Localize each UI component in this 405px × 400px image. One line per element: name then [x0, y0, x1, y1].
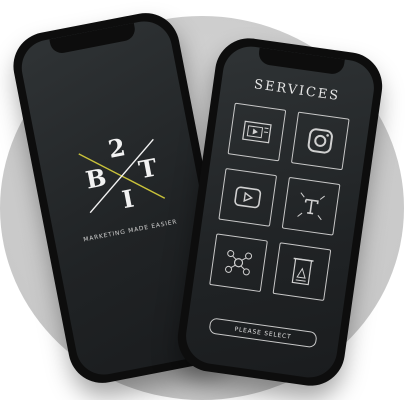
please-select-button[interactable]: PLEASE SELECT	[208, 317, 318, 349]
service-tile-instagram[interactable]	[290, 111, 350, 171]
brand-logo: 2 B T I	[72, 125, 170, 223]
service-tile-video-edit[interactable]	[227, 102, 287, 162]
video-edit-icon	[242, 120, 272, 144]
service-tile-typography[interactable]	[281, 176, 341, 236]
logo-glyph-b: B	[83, 162, 109, 195]
text-design-icon	[297, 192, 325, 221]
service-tile-print[interactable]	[272, 242, 332, 301]
instagram-icon	[307, 128, 333, 154]
brand-tagline: MARKETING MADE EASIER	[82, 218, 178, 244]
service-tile-network[interactable]	[209, 233, 268, 293]
phone-notch	[49, 22, 137, 56]
phone-notch	[257, 47, 345, 76]
service-tile-video[interactable]	[218, 167, 278, 227]
play-button-icon	[234, 186, 262, 209]
network-icon	[225, 250, 253, 276]
services-grid	[209, 102, 353, 302]
print-design-icon	[291, 257, 314, 286]
